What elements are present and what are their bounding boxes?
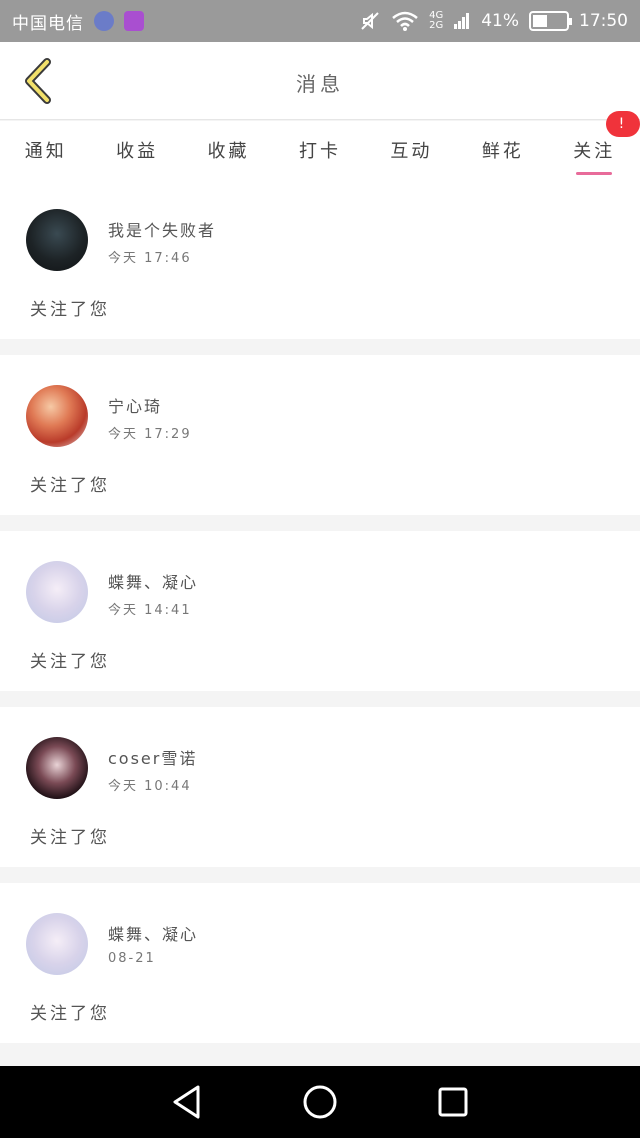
tab-checkin[interactable]: 打卡 <box>274 121 365 179</box>
avatar[interactable] <box>26 913 88 975</box>
square-recent-icon <box>438 1087 468 1117</box>
message-time: 今天 14:41 <box>108 603 192 618</box>
message-text: 关注了您 <box>30 476 110 496</box>
clock: 17:50 <box>579 11 628 31</box>
status-right: 4G 2G 41% 17:50 <box>359 10 628 32</box>
message-text: 关注了您 <box>30 1004 110 1024</box>
tab-label: 关注 <box>573 141 616 162</box>
avatar[interactable] <box>26 737 88 799</box>
signal-icon <box>454 13 470 29</box>
tab-label: 鲜花 <box>481 141 524 162</box>
user-name[interactable]: 蝶舞、凝心 <box>108 921 198 945</box>
avatar[interactable] <box>26 209 88 271</box>
message-time: 今天 10:44 <box>108 779 192 794</box>
avatar[interactable] <box>26 561 88 623</box>
message-card[interactable]: 我是个失败者 今天 17:46 关注了您 <box>0 179 640 339</box>
network-bottom: 2G <box>429 20 444 31</box>
battery-icon <box>529 11 572 31</box>
message-text: 关注了您 <box>30 300 110 320</box>
notification-badge: ! <box>605 111 640 137</box>
nav-back-button[interactable] <box>167 1082 207 1122</box>
status-bar: 中国电信 4G 2G 41% 17:50 <box>0 0 640 42</box>
message-list: 我是个失败者 今天 17:46 关注了您 宁心琦 今天 17:29 关注了您 蝶… <box>0 179 640 1059</box>
app-notification-icon <box>94 11 114 31</box>
user-name[interactable]: 我是个失败者 <box>108 217 216 241</box>
message-card[interactable]: 宁心琦 今天 17:29 关注了您 <box>0 355 640 515</box>
gallery-notification-icon <box>124 11 144 31</box>
user-name[interactable]: coser雪诺 <box>108 745 197 769</box>
tab-label: 通知 <box>24 141 67 162</box>
circle-home-icon <box>303 1085 337 1119</box>
tab-label: 收益 <box>116 141 159 162</box>
tab-label: 互动 <box>390 141 433 162</box>
nav-home-button[interactable] <box>300 1082 340 1122</box>
user-name[interactable]: 蝶舞、凝心 <box>108 569 198 593</box>
wifi-icon <box>392 11 418 31</box>
message-text: 关注了您 <box>30 652 110 672</box>
user-name[interactable]: 宁心琦 <box>108 393 162 417</box>
tab-bar: 通知 收益 收藏 打卡 互动 鲜花 关注 ! <box>0 111 640 179</box>
tab-label: 打卡 <box>298 141 341 162</box>
header: 消息 <box>0 42 640 120</box>
message-card[interactable]: 蝶舞、凝心 今天 14:41 关注了您 <box>0 531 640 691</box>
tab-flowers[interactable]: 鲜花 <box>457 121 548 179</box>
triangle-back-icon <box>173 1085 200 1119</box>
message-time: 08-21 <box>108 951 156 966</box>
message-time: 今天 17:46 <box>108 251 192 266</box>
message-text: 关注了您 <box>30 828 110 848</box>
carrier-label: 中国电信 <box>12 13 84 34</box>
page-title: 消息 <box>296 72 344 96</box>
message-card[interactable]: coser雪诺 今天 10:44 关注了您 <box>0 707 640 867</box>
mute-icon <box>361 12 379 30</box>
tab-interactions[interactable]: 互动 <box>366 121 457 179</box>
tab-favorites[interactable]: 收藏 <box>183 121 274 179</box>
nav-recent-button[interactable] <box>433 1082 473 1122</box>
status-left: 中国电信 <box>12 9 144 34</box>
tab-label: 收藏 <box>207 141 250 162</box>
tab-follows[interactable]: 关注 ! <box>549 111 640 179</box>
message-time: 今天 17:29 <box>108 427 192 442</box>
message-card[interactable]: 蝶舞、凝心 08-21 关注了您 <box>0 883 640 1043</box>
tab-notifications[interactable]: 通知 <box>0 121 91 179</box>
network-type: 4G 2G <box>429 11 443 31</box>
avatar[interactable] <box>26 385 88 447</box>
system-nav-bar <box>0 1066 640 1138</box>
battery-percent: 41% <box>481 11 519 31</box>
tab-earnings[interactable]: 收益 <box>91 121 182 179</box>
